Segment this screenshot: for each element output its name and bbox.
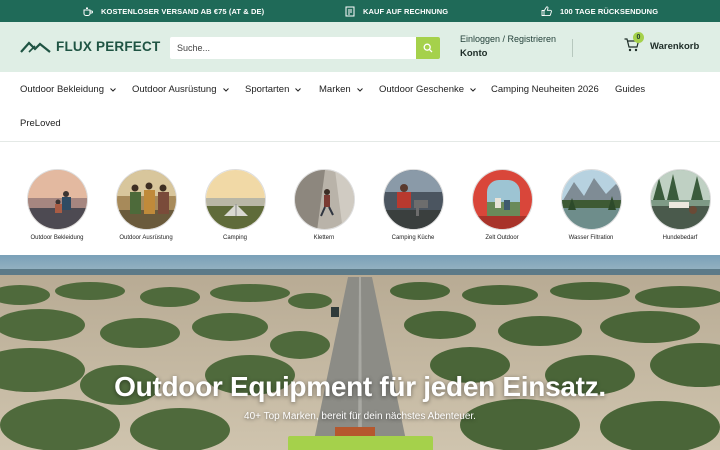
category-wasser-filtration[interactable]: Wasser Filtration — [551, 169, 631, 241]
nav-item-outdoor-bekleidung[interactable]: Outdoor Bekleidung — [20, 84, 116, 95]
category-hundebedarf[interactable]: Hundebedarf — [640, 169, 720, 241]
nav-item-label: Marken — [319, 84, 351, 95]
nav-item-label: Outdoor Geschenke — [379, 84, 465, 95]
announcement-invoice: KAUF AUF RECHNUNG — [345, 0, 448, 22]
category-label: Zelt Outdoor — [485, 235, 519, 241]
category-zelt-outdoor[interactable]: Zelt Outdoor — [462, 169, 542, 241]
teapot-icon — [83, 7, 93, 16]
search-button[interactable] — [416, 37, 440, 59]
announcement-text: KAUF AUF RECHNUNG — [363, 6, 449, 16]
hero-title: Outdoor Equipment für jeden Einsatz. — [114, 371, 606, 402]
category-image — [204, 169, 266, 230]
nav-item-camping-neuheiten[interactable]: Camping Neuheiten 2026 — [491, 84, 599, 95]
nav-item-preloved[interactable]: PreLoved — [20, 118, 61, 129]
category-image — [115, 169, 177, 230]
hero-cta-button[interactable] — [288, 436, 433, 450]
nav-item-label: Camping Neuheiten 2026 — [491, 84, 599, 95]
category-image — [382, 169, 444, 230]
logo-text: FLUX PERFECT — [56, 39, 161, 54]
search-icon — [423, 43, 433, 53]
category-carousel: Outdoor Bekleidung Outdoor Ausrüstung Ca… — [0, 143, 720, 255]
nav-item-outdoor-ausruestung[interactable]: Outdoor Ausrüstung — [132, 84, 229, 95]
category-outdoor-bekleidung[interactable]: Outdoor Bekleidung — [17, 169, 97, 241]
cart-count-badge: 0 — [633, 32, 644, 43]
thumbs-up-icon — [541, 6, 552, 16]
announcement-shipping: KOSTENLOSER VERSAND AB €75 (AT & DE) — [82, 0, 264, 22]
search-bar — [170, 37, 440, 59]
logo[interactable]: FLUX PERFECT — [20, 39, 160, 54]
cart-icon: 0 — [624, 32, 644, 54]
category-label: Camping Küche — [391, 235, 435, 241]
chevron-down-icon — [470, 87, 476, 92]
account-link[interactable]: Konto — [460, 48, 556, 59]
login-register-link[interactable]: Einloggen / Registrieren — [460, 34, 556, 44]
main-navigation: Outdoor Bekleidung Outdoor Ausrüstung Sp… — [0, 72, 720, 142]
site-header: FLUX PERFECT Einloggen / Registrieren Ko… — [0, 22, 720, 72]
nav-item-label: Guides — [615, 84, 646, 95]
hero-banner: Outdoor Equipment für jeden Einsatz. 40+… — [0, 255, 720, 450]
search-input[interactable] — [170, 37, 416, 59]
announcement-returns: 100 TAGE RÜCKSENDUNG — [541, 0, 658, 22]
nav-item-label: Outdoor Ausrüstung — [132, 84, 217, 95]
account-area: Einloggen / Registrieren Konto — [460, 34, 556, 59]
category-outdoor-ausruestung[interactable]: Outdoor Ausrüstung — [106, 169, 186, 241]
announcement-text: KOSTENLOSER VERSAND AB €75 (AT & DE) — [101, 6, 265, 16]
category-image — [471, 169, 533, 230]
category-image — [293, 169, 355, 230]
category-label: Hundebedarf — [662, 235, 698, 241]
mountain-logo-icon — [20, 41, 51, 53]
nav-item-sportarten[interactable]: Sportarten — [245, 84, 302, 95]
category-label: Klettern — [313, 235, 335, 241]
nav-item-label: PreLoved — [20, 118, 61, 129]
chevron-down-icon — [110, 87, 116, 92]
nav-item-outdoor-geschenke[interactable]: Outdoor Geschenke — [379, 84, 476, 95]
category-image — [560, 169, 622, 230]
category-label: Wasser Filtration — [568, 235, 614, 241]
cart-button[interactable]: 0 Warenkorb — [624, 32, 700, 54]
chevron-down-icon — [295, 87, 302, 92]
nav-item-label: Sportarten — [245, 84, 290, 95]
category-image — [26, 169, 88, 230]
category-label: Outdoor Bekleidung — [30, 235, 84, 241]
chevron-down-icon — [356, 87, 363, 92]
nav-item-marken[interactable]: Marken — [319, 84, 363, 95]
invoice-icon — [345, 6, 355, 16]
announcement-bar: KOSTENLOSER VERSAND AB €75 (AT & DE) KAU… — [0, 0, 720, 22]
chevron-down-icon — [222, 87, 229, 92]
category-camping[interactable]: Camping — [195, 169, 275, 241]
cart-label: Warenkorb — [650, 40, 700, 52]
announcement-text: 100 TAGE RÜCKSENDUNG — [560, 6, 659, 16]
category-image — [649, 169, 711, 230]
category-label: Outdoor Ausrüstung — [119, 235, 173, 241]
nav-item-guides[interactable]: Guides — [615, 84, 645, 95]
hero-subtitle: 40+ Top Marken, bereit für dein nächstes… — [244, 411, 476, 422]
category-camping-kueche[interactable]: Camping Küche — [373, 169, 453, 241]
header-divider — [572, 39, 573, 57]
nav-item-label: Outdoor Bekleidung — [20, 84, 104, 95]
category-klettern[interactable]: Klettern — [284, 169, 364, 241]
category-label: Camping — [222, 235, 247, 241]
